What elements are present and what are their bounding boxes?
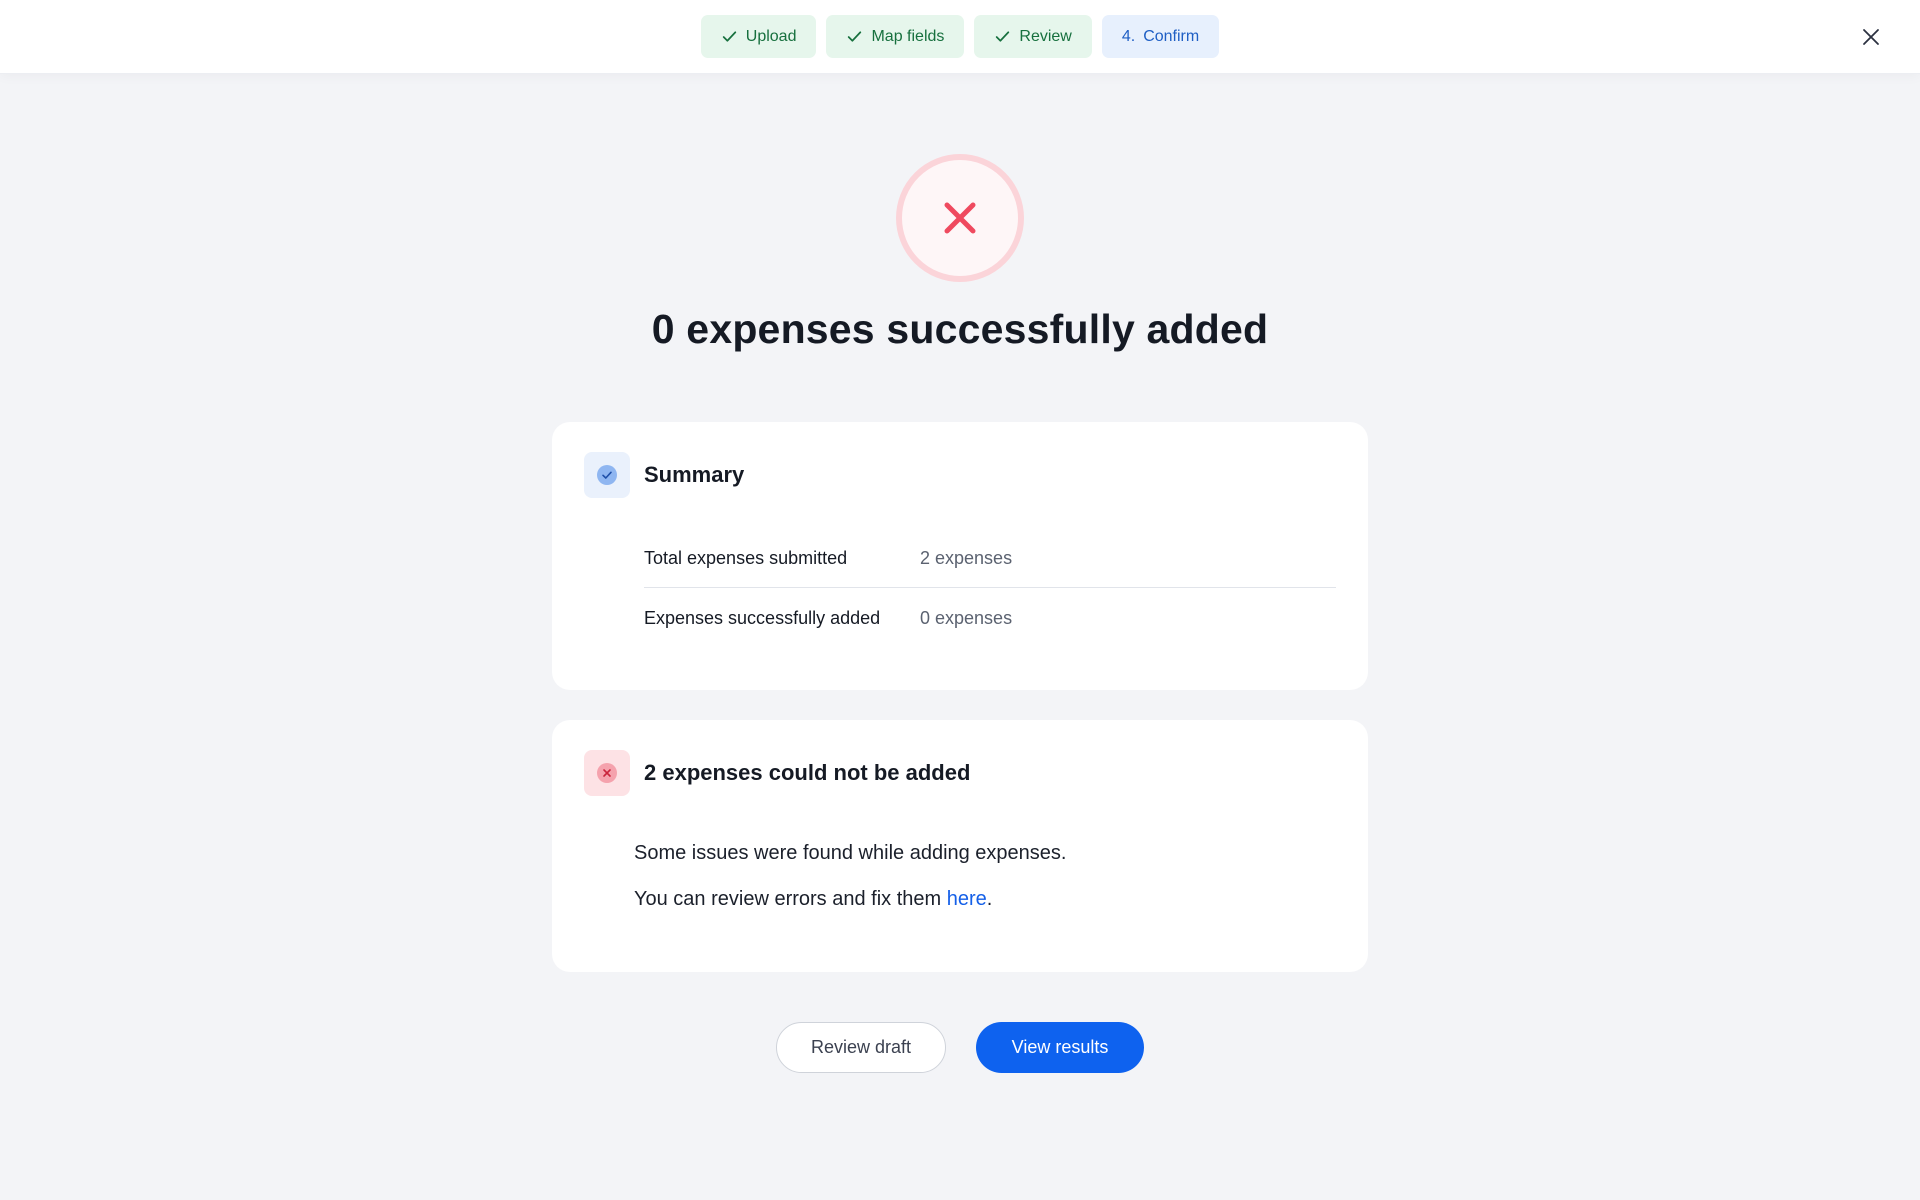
errors-icon-badge — [584, 750, 630, 796]
summary-row-value: 2 expenses — [920, 547, 1013, 568]
check-circle-icon — [597, 465, 617, 485]
error-x-icon — [944, 202, 976, 234]
view-results-button[interactable]: View results — [976, 1022, 1144, 1073]
status-error-indicator — [896, 154, 1024, 282]
summary-card: Summary Total expenses submitted 2 expen… — [552, 422, 1368, 690]
step-upload[interactable]: Upload — [700, 15, 817, 58]
divider — [644, 587, 1336, 588]
step-label: Review — [1019, 27, 1072, 45]
summary-row-value: 0 expenses — [920, 607, 1013, 628]
summary-row-added: Expenses successfully added 0 expenses — [644, 590, 1336, 646]
step-label: Confirm — [1143, 27, 1200, 45]
check-icon — [996, 31, 1010, 42]
step-label: Map fields — [871, 27, 945, 45]
errors-title: 2 expenses could not be added — [644, 760, 971, 785]
summary-title: Summary — [644, 462, 745, 487]
step-map-fields[interactable]: Map fields — [826, 15, 965, 58]
check-icon — [722, 31, 736, 42]
errors-help-text: You can review errors and fix them here. — [634, 888, 992, 911]
page-title: 0 expenses successfully added — [651, 306, 1269, 352]
error-circle-icon — [597, 763, 617, 783]
errors-message: Some issues were found while adding expe… — [634, 842, 1067, 864]
summary-icon-badge — [584, 452, 630, 498]
step-review[interactable]: Review — [974, 15, 1092, 58]
step-number: 4. — [1121, 27, 1136, 45]
summary-row-label: Expenses successfully added — [644, 607, 881, 628]
check-icon — [848, 31, 862, 42]
close-button[interactable] — [1858, 24, 1884, 50]
errors-help-prefix: You can review errors and fix them — [634, 888, 947, 910]
close-icon — [1863, 29, 1879, 45]
top-bar: Upload Map fields Review 4. Confirm — [0, 0, 1920, 74]
step-label: Upload — [745, 27, 797, 45]
summary-row-total: Total expenses submitted 2 expenses — [644, 530, 1336, 586]
step-confirm[interactable]: 4. Confirm — [1101, 15, 1220, 58]
errors-card: 2 expenses could not be added Some issue… — [552, 720, 1368, 972]
review-errors-link[interactable]: here — [947, 888, 987, 910]
errors-help-suffix: . — [986, 888, 993, 910]
stepper: Upload Map fields Review 4. Confirm — [0, 15, 1920, 58]
summary-row-label: Total expenses submitted — [644, 547, 848, 568]
review-draft-button[interactable]: Review draft — [776, 1022, 946, 1073]
